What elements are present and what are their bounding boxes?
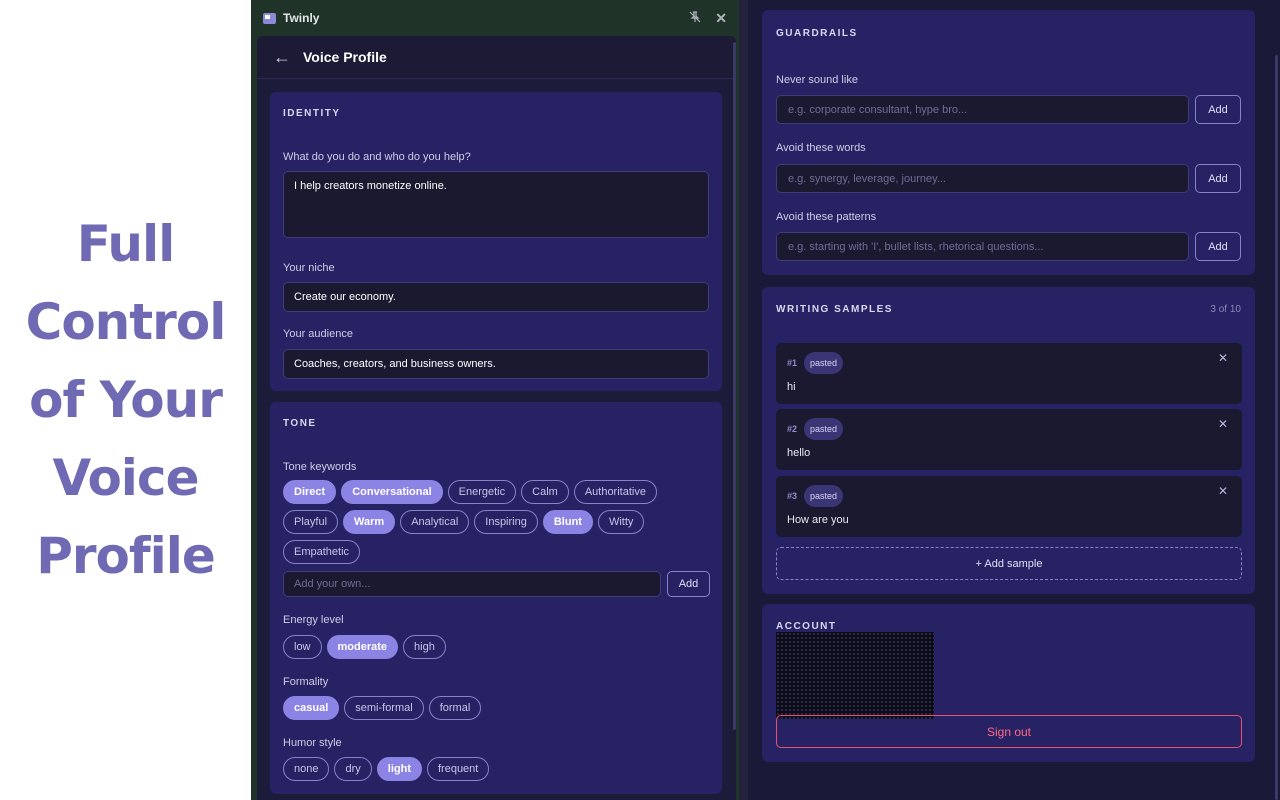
humor-label: Humor style — [283, 737, 342, 749]
humor-dry[interactable]: dry — [334, 757, 372, 781]
writing-samples-heading: WRITING SAMPLES — [776, 304, 893, 315]
formality-formal[interactable]: formal — [428, 696, 482, 720]
close-icon[interactable]: ✕ — [715, 10, 727, 27]
humor-none[interactable]: none — [283, 757, 330, 781]
sample-number: #2 — [787, 424, 798, 434]
sample-item: #1 pasted hi ✕ — [776, 343, 1242, 404]
humor-options: none dry light frequent — [283, 757, 490, 781]
app-logo-icon — [263, 12, 276, 24]
add-sample-button[interactable]: + Add sample — [776, 547, 1242, 580]
what-you-do-textarea[interactable]: I help creators monetize online. — [283, 171, 709, 238]
sample-text: hi — [787, 381, 796, 393]
formality-options: casual semi-formal formal — [283, 696, 482, 720]
niche-input[interactable]: Create our economy. — [283, 282, 709, 312]
chip-empathetic[interactable]: Empathetic — [283, 540, 361, 564]
sample-item: #2 pasted hello ✕ — [776, 409, 1242, 470]
chip-warm[interactable]: Warm — [343, 510, 396, 534]
avoid-words-label: Avoid these words — [776, 142, 866, 154]
hero-line: Profile — [36, 527, 216, 585]
tone-keywords-row: Empathetic — [283, 540, 361, 564]
humor-light[interactable]: light — [376, 757, 422, 781]
sample-number: #1 — [787, 358, 798, 368]
chip-energetic[interactable]: Energetic — [447, 480, 517, 504]
sample-text: hello — [787, 447, 811, 459]
sample-text: How are you — [787, 514, 849, 526]
tone-keywords-label: Tone keywords — [283, 461, 357, 473]
avoid-patterns-input[interactable]: e.g. starting with 'I', bullet lists, rh… — [776, 232, 1189, 261]
tone-keywords-row: Direct Conversational Energetic Calm Aut… — [283, 480, 657, 504]
chip-calm[interactable]: Calm — [521, 480, 569, 504]
chip-blunt[interactable]: Blunt — [542, 510, 593, 534]
chip-playful[interactable]: Playful — [283, 510, 339, 534]
avoid-words-add-button[interactable]: Add — [1195, 164, 1241, 193]
chip-analytical[interactable]: Analytical — [400, 510, 470, 534]
tone-keywords-row: Playful Warm Analytical Inspiring Blunt … — [283, 510, 645, 534]
sample-item: #3 pasted How are you ✕ — [776, 476, 1242, 537]
identity-heading: IDENTITY — [283, 108, 341, 119]
hero-panel: Full Control of Your Voice Profile — [0, 0, 251, 800]
never-sound-label: Never sound like — [776, 74, 858, 86]
app-window: Twinly ✕ ← Voice Profile IDENTITY What d… — [251, 0, 739, 800]
remove-sample-icon[interactable]: ✕ — [1218, 484, 1228, 498]
chip-authoritative[interactable]: Authoritative — [573, 480, 657, 504]
right-panel: GUARDRAILS Never sound like e.g. corpora… — [739, 0, 1280, 800]
avoid-patterns-label: Avoid these patterns — [776, 211, 877, 223]
account-card: ACCOUNT Sign out — [762, 604, 1255, 762]
sample-number: #3 — [787, 491, 798, 501]
formality-casual[interactable]: casual — [283, 696, 340, 720]
page-title: Voice Profile — [303, 49, 387, 65]
energy-label: Energy level — [283, 614, 344, 626]
guardrails-card: GUARDRAILS Never sound like e.g. corpora… — [762, 10, 1255, 275]
add-keyword-input[interactable]: Add your own... — [283, 571, 661, 597]
energy-high[interactable]: high — [403, 635, 446, 659]
window-titlebar: Twinly ✕ — [251, 0, 739, 36]
formality-semi-formal[interactable]: semi-formal — [344, 696, 424, 720]
hero-headline: Full Control of Your Voice Profile — [25, 205, 227, 595]
hero-line: Control — [25, 293, 227, 351]
formality-label: Formality — [283, 676, 329, 688]
never-sound-input[interactable]: e.g. corporate consultant, hype bro... — [776, 95, 1189, 124]
unpin-icon[interactable] — [689, 10, 701, 26]
sample-badge: pasted — [804, 485, 844, 507]
tone-card: TONE Tone keywords Direct Conversational… — [270, 402, 722, 794]
voice-profile-panel: ← Voice Profile IDENTITY What do you do … — [257, 36, 736, 800]
identity-card: IDENTITY What do you do and who do you h… — [270, 92, 722, 391]
add-keyword-button[interactable]: Add — [667, 571, 710, 597]
chip-direct[interactable]: Direct — [283, 480, 337, 504]
chip-inspiring[interactable]: Inspiring — [474, 510, 538, 534]
panel-scrollbar[interactable] — [733, 42, 736, 730]
energy-low[interactable]: low — [283, 635, 322, 659]
sample-badge: pasted — [804, 352, 844, 374]
energy-options: low moderate high — [283, 635, 446, 659]
right-scrollbar[interactable] — [1275, 55, 1278, 800]
panel-header: ← Voice Profile — [257, 36, 736, 79]
samples-count: 3 of 10 — [1210, 304, 1241, 315]
never-sound-add-button[interactable]: Add — [1195, 95, 1241, 124]
niche-label: Your niche — [283, 262, 335, 274]
hero-line: Full — [76, 215, 176, 273]
humor-frequent[interactable]: frequent — [426, 757, 490, 781]
audience-label: Your audience — [283, 328, 353, 340]
sample-badge: pasted — [804, 418, 844, 440]
hero-line: of Your — [29, 371, 223, 429]
energy-moderate[interactable]: moderate — [326, 635, 399, 659]
back-arrow-icon[interactable]: ← — [273, 47, 291, 68]
remove-sample-icon[interactable]: ✕ — [1218, 351, 1228, 365]
chip-witty[interactable]: Witty — [597, 510, 645, 534]
audience-input[interactable]: Coaches, creators, and business owners. — [283, 349, 709, 379]
app-title: Twinly — [283, 11, 320, 25]
account-heading: ACCOUNT — [776, 621, 837, 632]
avoid-patterns-add-button[interactable]: Add — [1195, 232, 1241, 261]
chip-conversational[interactable]: Conversational — [341, 480, 443, 504]
what-you-do-label: What do you do and who do you help? — [283, 151, 471, 163]
writing-samples-card: WRITING SAMPLES 3 of 10 #1 pasted hi ✕ #… — [762, 287, 1255, 594]
remove-sample-icon[interactable]: ✕ — [1218, 417, 1228, 431]
guardrails-heading: GUARDRAILS — [776, 28, 858, 39]
hero-line: Voice — [52, 449, 199, 507]
tone-heading: TONE — [283, 418, 317, 429]
avoid-words-input[interactable]: e.g. synergy, leverage, journey... — [776, 164, 1189, 193]
redacted-account-info — [776, 632, 934, 719]
sign-out-button[interactable]: Sign out — [776, 715, 1242, 748]
